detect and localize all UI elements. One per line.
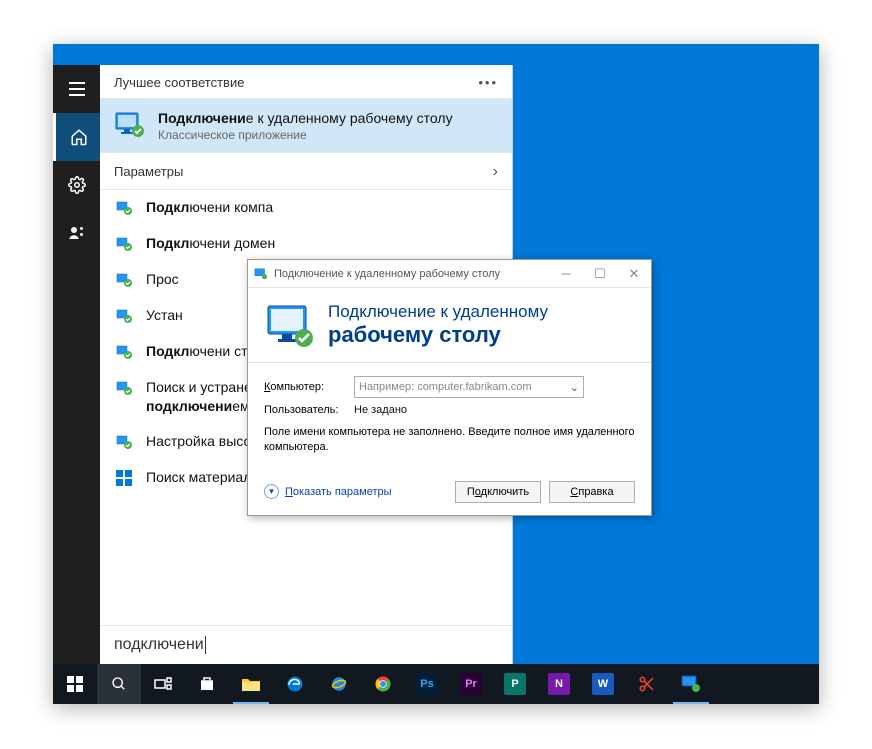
best-match-title: Подключение к удаленному рабочему столу — [158, 109, 453, 128]
show-options-link[interactable]: ▾ Показать параметры — [264, 484, 392, 499]
edge-icon — [286, 675, 304, 693]
settings-item-icon — [114, 432, 134, 452]
start-left-rail — [53, 65, 101, 664]
result-text: Подключени домен — [146, 234, 275, 253]
section-parameters[interactable]: Параметры › — [100, 153, 512, 190]
folder-icon — [241, 676, 261, 692]
premiere-button[interactable]: Pr — [449, 664, 493, 704]
chevron-down-icon: ⌄ — [570, 381, 579, 394]
chevron-right-icon: › — [493, 163, 498, 181]
onenote-button[interactable]: N — [537, 664, 581, 704]
rdp-taskbar-button[interactable] — [669, 664, 713, 704]
settings-item-icon — [114, 270, 134, 290]
ie-button[interactable] — [317, 664, 361, 704]
separator — [248, 362, 651, 363]
taskbar: Ps Pr P N W — [53, 664, 819, 704]
chevron-down-circle-icon: ▾ — [264, 484, 279, 499]
help-button[interactable]: Справка — [549, 481, 635, 503]
gear-icon — [68, 176, 86, 194]
rdp-heading-2: рабочему столу — [328, 322, 548, 348]
rdp-logo-icon — [264, 302, 316, 350]
result-text: Устан — [146, 306, 183, 325]
best-match-subtitle: Классическое приложение — [158, 128, 453, 142]
rdp-hint-text: Поле имени компьютера не заполнено. Введ… — [264, 419, 635, 465]
result-item[interactable]: Подключени компа — [100, 190, 512, 226]
windows-icon — [67, 676, 83, 692]
rdp-banner: Подключение к удаленному рабочему столу — [248, 288, 651, 358]
results-header-label: Лучшее соответствие — [114, 75, 244, 90]
settings-item-icon — [114, 306, 134, 326]
show-options-label: Показать параметры — [285, 486, 392, 498]
word-button[interactable]: W — [581, 664, 625, 704]
store-icon — [114, 468, 134, 488]
rdp-app-icon — [114, 109, 146, 141]
search-icon — [111, 676, 127, 692]
settings-item-icon — [114, 342, 134, 362]
photoshop-button[interactable]: Ps — [405, 664, 449, 704]
more-icon[interactable]: ••• — [478, 75, 498, 90]
minimize-button[interactable]: ─ — [549, 260, 583, 288]
connect-button[interactable] — [53, 209, 101, 257]
result-item[interactable]: Подключени домен — [100, 226, 512, 262]
snip-button[interactable] — [625, 664, 669, 704]
hamburger-icon — [69, 82, 85, 96]
close-button[interactable]: ✕ — [617, 260, 651, 288]
rdp-heading-1: Подключение к удаленному — [328, 302, 548, 322]
explorer-button[interactable] — [229, 664, 273, 704]
chrome-icon — [374, 675, 392, 693]
section-label: Параметры — [114, 164, 183, 179]
person-share-icon — [68, 224, 86, 242]
publisher-button[interactable]: P — [493, 664, 537, 704]
settings-button[interactable] — [53, 161, 101, 209]
rdp-title-text: Подключение к удаленному рабочему столу — [274, 268, 549, 280]
user-value: Не задано — [354, 404, 407, 416]
search-query-text: подключени — [114, 636, 204, 653]
rdp-taskbar-icon — [681, 675, 701, 693]
results-header: Лучшее соответствие ••• — [100, 65, 512, 99]
rdp-title-icon — [254, 267, 268, 281]
task-view-icon — [154, 677, 172, 691]
settings-item-icon — [114, 198, 134, 218]
computer-placeholder: Например: computer.fabrikam.com — [359, 381, 532, 393]
search-taskbar-button[interactable] — [97, 664, 141, 704]
computer-combo[interactable]: Например: computer.fabrikam.com ⌄ — [354, 376, 584, 398]
store-button[interactable] — [185, 664, 229, 704]
home-icon — [70, 128, 88, 146]
hamburger-button[interactable] — [53, 65, 101, 113]
settings-item-icon — [114, 234, 134, 254]
best-match-item[interactable]: Подключение к удаленному рабочему столу … — [100, 99, 512, 153]
store-icon — [198, 675, 216, 693]
rdp-dialog: Подключение к удаленному рабочему столу … — [247, 259, 652, 516]
scissors-icon — [638, 675, 656, 693]
home-button[interactable] — [53, 113, 101, 161]
ie-icon — [330, 675, 348, 693]
start-button[interactable] — [53, 664, 97, 704]
result-text: Прос — [146, 270, 179, 289]
rdp-titlebar[interactable]: Подключение к удаленному рабочему столу … — [248, 260, 651, 288]
maximize-button[interactable]: ☐ — [583, 260, 617, 288]
search-input-row[interactable]: подключени — [100, 625, 512, 664]
edge-button[interactable] — [273, 664, 317, 704]
connect-button[interactable]: Подключить — [455, 481, 541, 503]
text-caret — [205, 636, 206, 654]
computer-label: Компьютер: — [264, 381, 344, 393]
task-view-button[interactable] — [141, 664, 185, 704]
user-label: Пользователь: — [264, 404, 344, 416]
chrome-button[interactable] — [361, 664, 405, 704]
settings-item-icon — [114, 378, 134, 398]
result-text: Подключени компа — [146, 198, 273, 217]
